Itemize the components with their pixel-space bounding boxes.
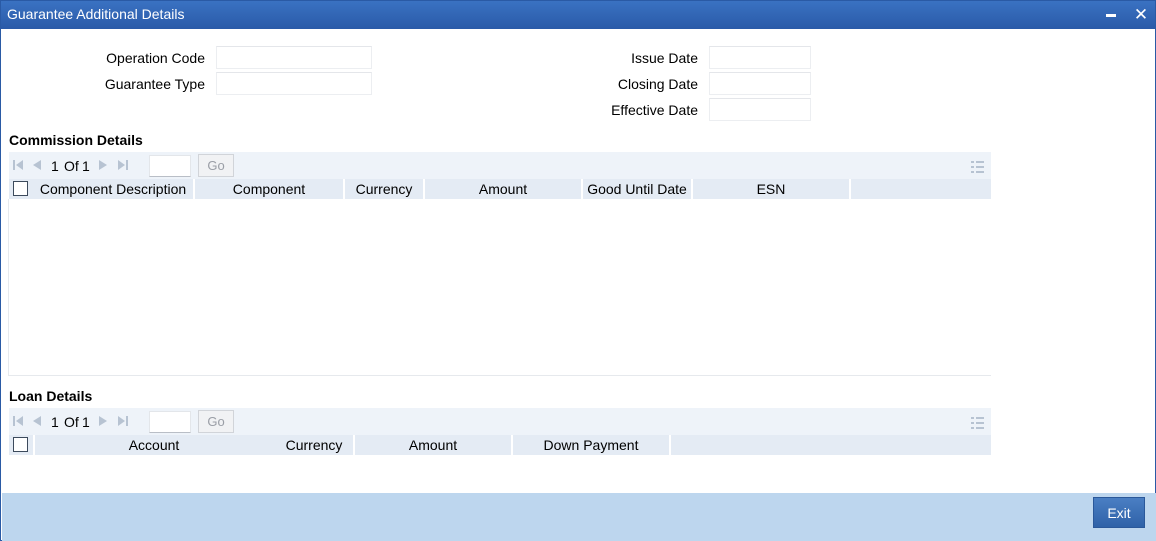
column-header-currency[interactable]: Currency <box>275 435 353 455</box>
loan-current-page: 1 <box>51 414 59 430</box>
issue-date-field[interactable] <box>709 46 811 69</box>
loan-total-pages: 1 <box>82 414 90 430</box>
column-header-component[interactable]: Component <box>195 179 343 199</box>
column-header-down-payment[interactable]: Down Payment <box>513 435 669 455</box>
effective-date-label: Effective Date <box>611 102 698 118</box>
commission-pager: 1 Of 1 Go <box>9 152 991 179</box>
commission-grid-header: Component Description Component Currency… <box>9 179 991 199</box>
previous-page-icon[interactable] <box>31 415 43 427</box>
minimize-icon <box>1106 14 1116 17</box>
closing-date-label: Closing Date <box>617 76 698 92</box>
commission-page-input[interactable] <box>149 155 191 177</box>
minimize-button[interactable] <box>1101 5 1121 25</box>
column-settings-icon[interactable] <box>971 417 984 429</box>
close-icon: ✕ <box>1133 5 1149 24</box>
guarantee-type-label: Guarantee Type <box>104 76 205 92</box>
commission-go-button[interactable]: Go <box>198 154 234 177</box>
column-header-amount[interactable]: Amount <box>355 435 511 455</box>
commission-details-title: Commission Details <box>9 132 143 148</box>
guarantee-type-field[interactable] <box>216 72 372 95</box>
commission-total-pages: 1 <box>82 158 90 174</box>
next-page-icon[interactable] <box>97 415 109 427</box>
column-header-component-description[interactable]: Component Description <box>33 179 193 199</box>
last-page-icon[interactable] <box>117 159 129 171</box>
column-settings-icon[interactable] <box>971 161 984 173</box>
exit-button[interactable]: Exit <box>1093 497 1145 528</box>
window-title: Guarantee Additional Details <box>7 6 185 22</box>
effective-date-field[interactable] <box>709 98 811 121</box>
commission-grid-body <box>9 199 991 376</box>
operation-code-field[interactable] <box>216 46 372 69</box>
loan-grid-header: Account Currency Amount Down Payment <box>9 435 991 455</box>
operation-code-label: Operation Code <box>106 50 205 66</box>
column-header-amount[interactable]: Amount <box>425 179 581 199</box>
last-page-icon[interactable] <box>117 415 129 427</box>
issue-date-label: Issue Date <box>631 50 698 66</box>
first-page-icon[interactable] <box>12 159 24 171</box>
first-page-icon[interactable] <box>12 415 24 427</box>
column-header-good-until-date[interactable]: Good Until Date <box>583 179 691 199</box>
close-button[interactable]: ✕ <box>1131 5 1151 25</box>
column-header-esn[interactable]: ESN <box>693 179 849 199</box>
loan-page-input[interactable] <box>149 411 191 433</box>
column-header-currency[interactable]: Currency <box>345 179 423 199</box>
closing-date-field[interactable] <box>709 72 811 95</box>
next-page-icon[interactable] <box>97 159 109 171</box>
guarantee-additional-details-window: Guarantee Additional Details ✕ Operation… <box>0 0 1156 541</box>
commission-select-all-checkbox[interactable] <box>13 181 28 196</box>
previous-page-icon[interactable] <box>31 159 43 171</box>
loan-go-button[interactable]: Go <box>198 410 234 433</box>
commission-current-page: 1 <box>51 158 59 174</box>
loan-select-all-checkbox[interactable] <box>13 437 28 452</box>
title-bar: Guarantee Additional Details ✕ <box>1 1 1155 29</box>
loan-of-label: Of <box>64 414 79 430</box>
commission-of-label: Of <box>64 158 79 174</box>
footer-bar: Exit <box>2 493 1156 541</box>
loan-details-title: Loan Details <box>9 388 93 404</box>
column-header-account[interactable]: Account <box>35 435 273 455</box>
loan-pager: 1 Of 1 Go <box>9 408 991 435</box>
